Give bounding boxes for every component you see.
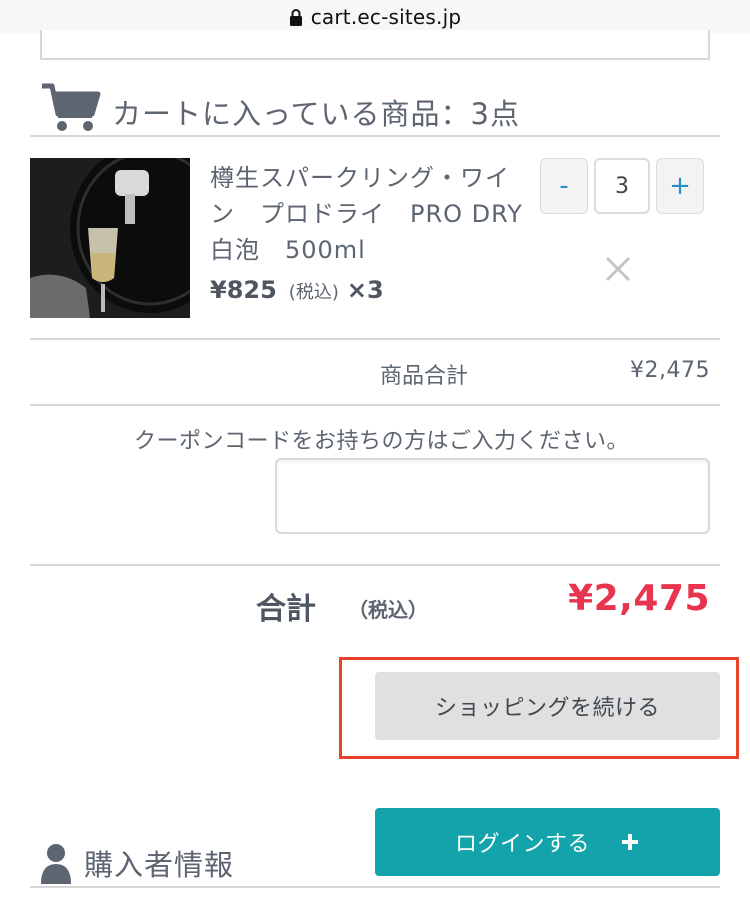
login-label: ログインする [454,832,590,857]
product-image[interactable] [30,158,190,318]
quantity-stepper: - 3 + [540,158,704,214]
quantity-multiplier: ×3 [346,276,384,304]
login-button[interactable]: ログインする [375,808,720,876]
unit-price: ¥825 [210,276,277,304]
lock-icon [289,8,303,26]
divider [30,338,720,340]
product-name[interactable]: 樽生スパークリング・ワイン プロドライ PRO DRY 白泡 500ml [210,160,547,268]
subtotal-label: 商品合計 [380,364,469,389]
decrease-quantity-button[interactable]: - [540,158,588,214]
quantity-input[interactable]: 3 [594,158,650,214]
continue-shopping-button[interactable]: ショッピングを続ける [375,672,720,740]
plus-icon [620,832,640,852]
coupon-code-input[interactable] [275,458,710,534]
divider [30,135,720,137]
person-icon [40,842,72,884]
increase-quantity-button[interactable]: + [656,158,704,214]
total-value: ¥2,475 [568,578,710,619]
tax-note: (税込) [288,282,339,303]
divider [30,404,720,406]
buyer-info-title: 購入者情報 [84,848,235,882]
buyer-info-heading: 購入者情報 [40,842,234,884]
divider [30,886,720,888]
url-text: cart.ec-sites.jp [310,5,462,29]
cart-icon [40,82,102,134]
cart-heading: カートに入っている商品：3点 [40,78,520,134]
cart-title: カートに入っている商品：3点 [112,97,521,131]
coupon-prompt: クーポンコードをお持ちの方はご入力ください。 [134,429,630,454]
close-icon[interactable] [601,252,635,286]
divider [30,564,720,566]
address-bar[interactable]: cart.ec-sites.jp [0,0,750,34]
subtotal-value: ¥2,475 [630,358,710,383]
previous-section-box [40,30,710,60]
total-label: 合計 [256,592,316,627]
price-line: ¥825 (税込) ×3 [210,276,384,304]
total-tax-note: （税込） [348,598,428,622]
